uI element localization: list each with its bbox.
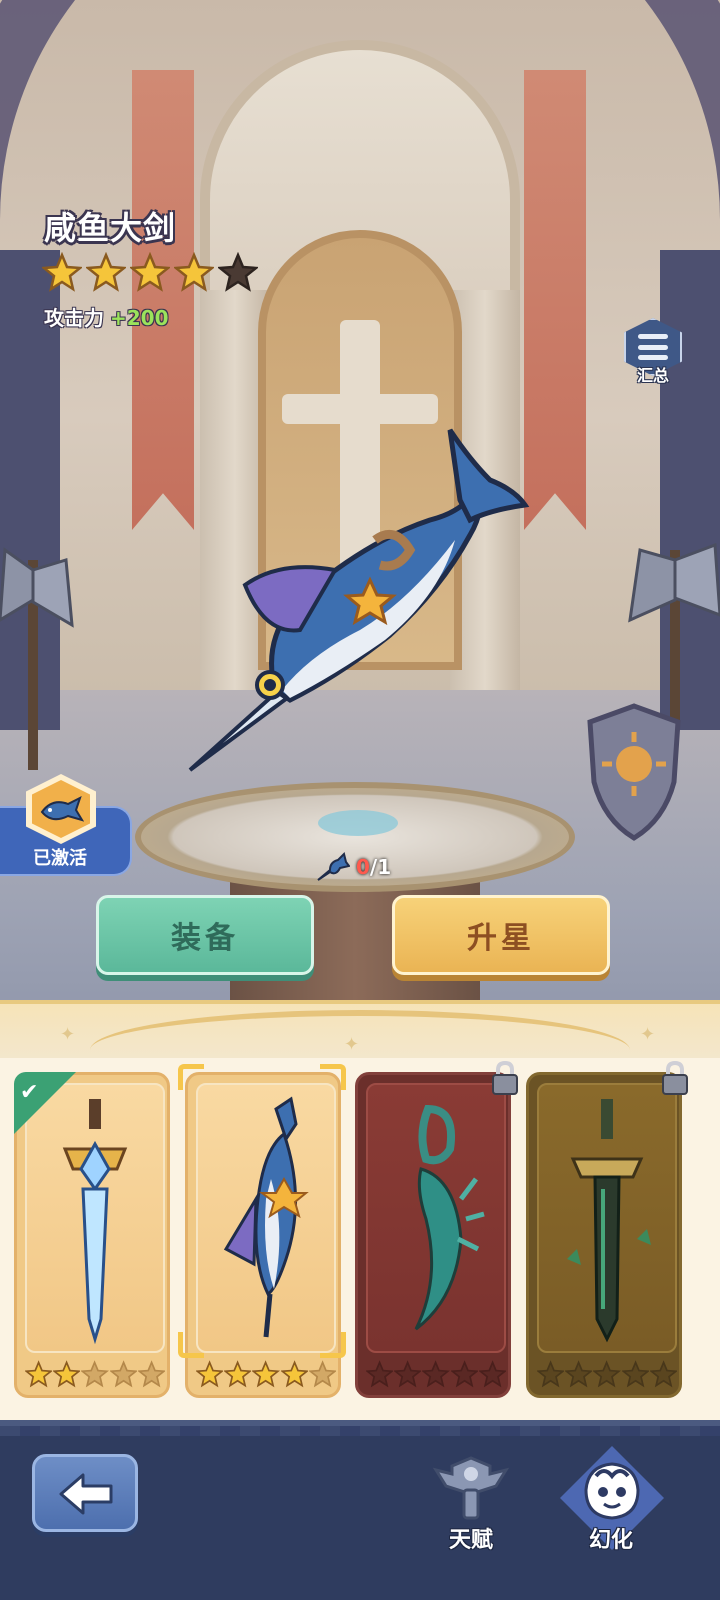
weapon-card-swordfish[interactable] [185, 1072, 341, 1398]
star-empty-icon [649, 1360, 678, 1388]
star-icon [86, 252, 126, 292]
star-empty-icon [422, 1360, 450, 1388]
attack-bonus: +200 [110, 306, 169, 330]
summary-label: 汇总 [636, 366, 669, 385]
card-star-rating [366, 1360, 507, 1388]
selection-corner [320, 1332, 346, 1358]
list-icon [638, 334, 668, 360]
star-empty-icon [109, 1360, 137, 1388]
sparkle-icon: ✦ [640, 1024, 656, 1045]
nav-tab-talent[interactable]: 天赋 [416, 1450, 526, 1560]
equip-button[interactable]: 装备 [96, 895, 314, 975]
fish-badge-icon [40, 796, 84, 822]
material-counter: 0/1 [316, 852, 391, 882]
star-icon [174, 252, 214, 292]
sparkle-icon: ✦ [60, 1024, 76, 1045]
selection-corner [178, 1332, 204, 1358]
shield-icon [587, 703, 681, 841]
star-icon [53, 1360, 81, 1388]
swordfish-card-image [223, 1096, 309, 1338]
star-up-button[interactable]: 升星 [392, 895, 610, 975]
sparkle-icon: ✦ [344, 1034, 360, 1055]
material-need: /1 [369, 855, 392, 879]
star-icon [252, 1360, 280, 1388]
swordfish-weapon-image [188, 428, 530, 772]
star-empty-icon [81, 1360, 109, 1388]
attack-label: 攻击力 [44, 306, 104, 330]
illusion-icon [584, 1462, 640, 1520]
star-empty-icon [593, 1360, 621, 1388]
back-button[interactable] [32, 1454, 138, 1532]
star-icon [224, 1360, 252, 1388]
selection-corner [178, 1064, 204, 1090]
summary-button[interactable]: 汇总 [622, 318, 684, 388]
star-icon [130, 252, 170, 292]
star-empty-icon [394, 1360, 422, 1388]
star-icon [25, 1360, 53, 1388]
material-have: 0 [356, 855, 370, 879]
back-arrow-icon [59, 1473, 113, 1515]
star-empty-icon [218, 252, 258, 292]
star-icon [42, 252, 82, 292]
weapon-card-jade-greatsword[interactable] [526, 1072, 682, 1398]
axe-left-icon [0, 547, 74, 770]
star-icon [196, 1360, 224, 1388]
lock-icon [492, 1060, 518, 1095]
star-empty-icon [537, 1360, 565, 1388]
activated-label: 已激活 [33, 848, 87, 869]
ice-sword-image [62, 1099, 128, 1345]
weapon-card-ice-sword[interactable] [14, 1072, 170, 1398]
weapon-card-seaweed-blade[interactable] [355, 1072, 511, 1398]
weapon-star-rating [42, 252, 258, 292]
weapon-name: 咸鱼大剑 [44, 209, 177, 247]
star-empty-icon [450, 1360, 478, 1388]
talent-icon [432, 1456, 510, 1520]
star-empty-icon [565, 1360, 593, 1388]
swordfish-icon [317, 852, 350, 881]
panel-header-decoration: ✦ ✦ ✦ [0, 1000, 720, 1058]
nav-talent-label: 天赋 [448, 1528, 493, 1553]
attack-stat: 攻击力 +200 [44, 302, 169, 331]
activated-badge[interactable]: 已激活 [0, 774, 134, 876]
checkmark-icon: ✔ [20, 1080, 39, 1105]
star-empty-icon [621, 1360, 649, 1388]
star-empty-icon [478, 1360, 507, 1388]
nav-illusion-label: 幻化 [588, 1528, 633, 1553]
lock-icon [662, 1060, 688, 1095]
star-empty-icon [308, 1360, 337, 1388]
card-star-rating [537, 1360, 678, 1388]
card-star-rating [196, 1360, 337, 1388]
star-empty-icon [366, 1360, 394, 1388]
selection-corner [320, 1064, 346, 1090]
nav-tab-illusion[interactable]: 幻化 [556, 1446, 666, 1560]
card-star-rating [25, 1360, 166, 1388]
seaweed-blade-image [414, 1104, 485, 1331]
star-icon [280, 1360, 308, 1388]
star-empty-icon [137, 1360, 166, 1388]
jade-greatsword-image [567, 1099, 651, 1343]
axe-right-icon [628, 542, 720, 720]
